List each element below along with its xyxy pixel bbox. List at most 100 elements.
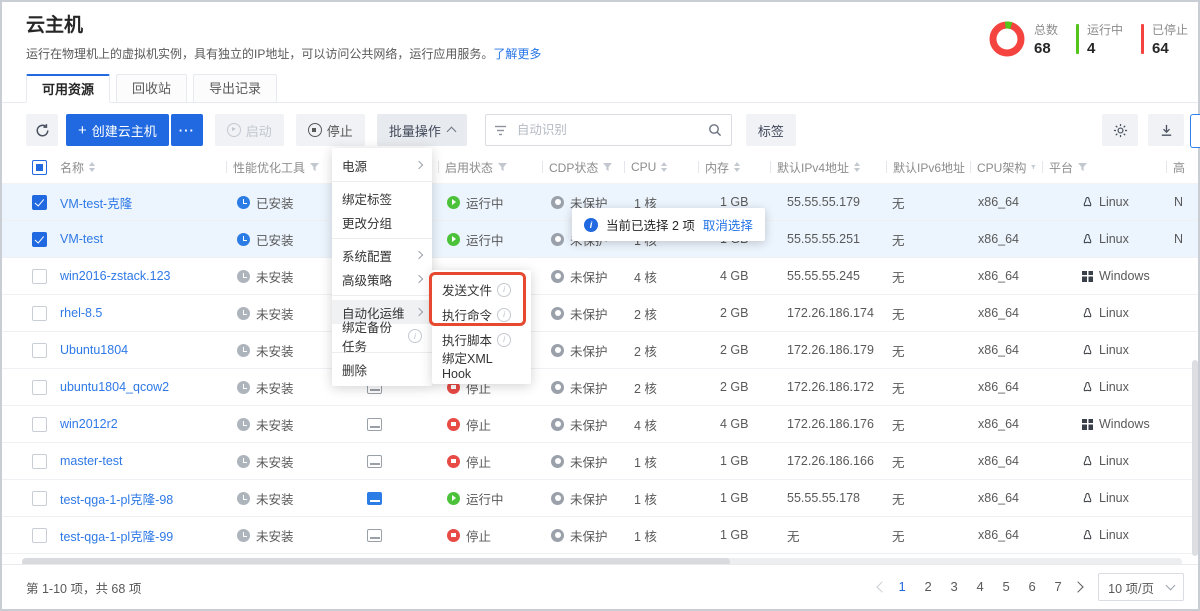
vertical-scrollbar-thumb[interactable] <box>1192 360 1198 556</box>
agent-status-icon <box>237 196 250 209</box>
batch-menu-item-系统配置[interactable]: 系统配置 <box>332 243 432 267</box>
start-button[interactable]: 启动 <box>215 114 284 146</box>
row-checkbox[interactable] <box>32 528 47 543</box>
submenu-item-发送文件[interactable]: 发送文件 <box>432 277 531 302</box>
select-all-cell <box>26 160 54 175</box>
learn-more-link[interactable]: 了解更多 <box>493 47 541 61</box>
console-icon[interactable] <box>367 492 382 505</box>
settings-button[interactable] <box>1102 114 1138 146</box>
vm-name-link[interactable]: test-qga-1-pl克隆-98 <box>60 489 173 508</box>
stop-button[interactable]: 停止 <box>296 114 365 146</box>
memory-cell: 4 GB <box>698 417 770 431</box>
column-header[interactable]: 名称 <box>54 159 226 176</box>
vm-name-link[interactable]: win2012r2 <box>60 417 118 431</box>
more-actions-button[interactable]: ··· <box>171 114 203 146</box>
row-checkbox[interactable] <box>32 306 47 321</box>
column-header[interactable]: 高 <box>1166 159 1200 176</box>
power-state-text: 停止 <box>466 415 491 434</box>
console-icon[interactable] <box>367 529 382 542</box>
row-checkbox[interactable] <box>32 380 47 395</box>
export-button[interactable] <box>1148 114 1184 146</box>
page-number-7[interactable]: 7 <box>1048 575 1068 599</box>
filter-icon[interactable] <box>1031 163 1036 172</box>
vm-name-link[interactable]: Ubuntu1804 <box>60 343 128 357</box>
tab-回收站[interactable]: 回收站 <box>116 74 187 103</box>
info-circle-icon <box>497 333 511 347</box>
console-icon[interactable] <box>367 418 382 431</box>
vm-name-link[interactable]: win2016-zstack.123 <box>60 269 170 283</box>
power-state-text: 运行中 <box>466 489 504 508</box>
tag-button[interactable]: 标签 <box>746 114 796 146</box>
filter-icon[interactable] <box>1078 163 1087 172</box>
page-number-4[interactable]: 4 <box>970 575 990 599</box>
filter-icon[interactable] <box>603 163 612 172</box>
row-checkbox[interactable] <box>32 232 47 247</box>
row-checkbox[interactable] <box>32 269 47 284</box>
column-header[interactable]: 默认IPv4地址 <box>770 159 886 176</box>
batch-menu-item-删除[interactable]: 删除 <box>332 357 432 381</box>
gear-icon <box>1113 123 1128 138</box>
page-number-3[interactable]: 3 <box>944 575 964 599</box>
arch-cell: x86_64 <box>970 232 1042 246</box>
row-checkbox[interactable] <box>32 417 47 432</box>
arch-cell: x86_64 <box>970 417 1042 431</box>
page-number-2[interactable]: 2 <box>918 575 938 599</box>
column-header[interactable]: CDP状态 <box>542 159 624 176</box>
prev-page-button[interactable] <box>876 581 887 592</box>
vm-name-link[interactable]: VM-test-克隆 <box>60 193 132 212</box>
column-header[interactable]: 平台 <box>1042 159 1166 176</box>
batch-menu-item-电源[interactable]: 电源 <box>332 153 432 177</box>
vm-name-link[interactable]: VM-test <box>60 232 103 246</box>
batch-menu-item-高级策略[interactable]: 高级策略 <box>332 267 432 291</box>
cdp-status-text: 未保护 <box>570 378 608 397</box>
console-icon[interactable] <box>367 455 382 468</box>
page-number-6[interactable]: 6 <box>1022 575 1042 599</box>
search-box[interactable] <box>485 114 732 146</box>
column-header[interactable]: 内存 <box>698 159 770 176</box>
tab-可用资源[interactable]: 可用资源 <box>26 74 110 103</box>
search-icon[interactable] <box>708 123 722 137</box>
sort-icon[interactable] <box>661 162 667 172</box>
page-number-5[interactable]: 5 <box>996 575 1016 599</box>
tab-导出记录[interactable]: 导出记录 <box>193 74 277 103</box>
column-header[interactable]: CPU架构 <box>970 159 1042 176</box>
sort-icon[interactable] <box>734 162 740 172</box>
submenu-item-绑定XML Hook[interactable]: 绑定XML Hook <box>432 352 531 377</box>
select-all-checkbox[interactable] <box>32 160 47 175</box>
cdp-status-text: 未保护 <box>570 304 608 323</box>
vm-name-link[interactable]: rhel-8.5 <box>60 306 102 320</box>
create-vm-button[interactable]: + 创建云主机 <box>66 114 169 146</box>
batch-menu-item-更改分组[interactable]: 更改分组 <box>332 210 432 234</box>
batch-operations-button[interactable]: 批量操作 <box>377 114 467 146</box>
agent-status-icon <box>237 455 250 468</box>
vm-name-link[interactable]: master-test <box>60 454 123 468</box>
search-input[interactable] <box>515 122 701 138</box>
chevron-right-icon <box>415 161 423 169</box>
column-header[interactable]: 启用状态 <box>438 159 542 176</box>
batch-menu-item-绑定标签[interactable]: 绑定标签 <box>332 186 432 210</box>
column-header[interactable]: CPU <box>624 160 698 174</box>
sort-icon[interactable] <box>89 162 95 172</box>
column-header[interactable]: 默认IPv6地址 <box>886 159 970 176</box>
clipped-toolbar-button[interactable] <box>1190 114 1200 148</box>
filter-icon[interactable] <box>310 163 319 172</box>
page-size-select[interactable]: 10 项/页 <box>1098 573 1184 601</box>
page-number-1[interactable]: 1 <box>892 575 912 599</box>
deselect-link[interactable]: 取消选择 <box>703 215 753 234</box>
submenu-item-执行命令[interactable]: 执行命令 <box>432 302 531 327</box>
sort-icon[interactable] <box>854 162 860 172</box>
table-footer: 第 1-10 项，共 68 项 1234567 10 项/页 <box>2 564 1198 609</box>
row-checkbox[interactable] <box>32 195 47 210</box>
vm-name-link[interactable]: ubuntu1804_qcow2 <box>60 380 169 394</box>
row-checkbox[interactable] <box>32 454 47 469</box>
batch-menu-item-绑定备份任务[interactable]: 绑定备份任务 <box>332 324 432 348</box>
next-page-button[interactable] <box>1072 581 1083 592</box>
row-checkbox[interactable] <box>32 491 47 506</box>
filter-icon[interactable] <box>498 163 507 172</box>
power-state-text: 运行中 <box>466 193 504 212</box>
vm-name-link[interactable]: test-qga-1-pl克隆-99 <box>60 526 173 545</box>
cdp-status-icon <box>551 270 564 283</box>
plus-icon: + <box>78 122 87 139</box>
refresh-button[interactable] <box>26 114 58 146</box>
row-checkbox[interactable] <box>32 343 47 358</box>
